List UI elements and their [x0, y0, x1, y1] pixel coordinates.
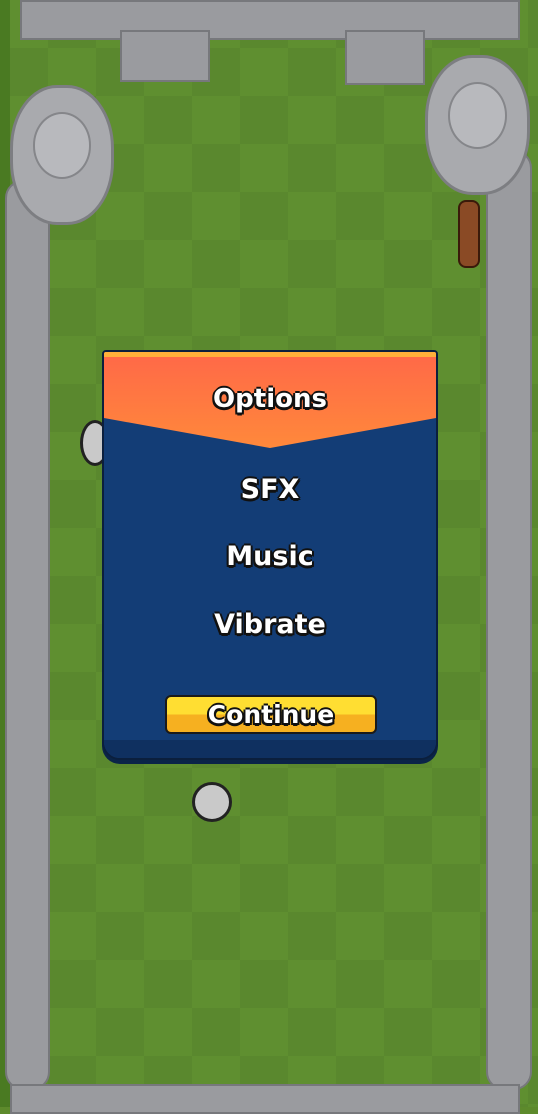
stone-wall-top	[20, 0, 520, 40]
continue-label: Continue	[207, 700, 335, 729]
stone-gate-right	[345, 30, 425, 85]
option-music[interactable]: Music	[104, 541, 436, 572]
stone-tower-right	[425, 55, 530, 195]
dialog-title: Options	[213, 384, 327, 414]
option-vibrate[interactable]: Vibrate	[104, 609, 436, 640]
stone-wall-bottom	[10, 1084, 520, 1114]
dialog-footer	[104, 740, 436, 758]
stone-wall-left	[5, 180, 50, 1090]
player-character	[192, 782, 232, 822]
continue-button[interactable]: Continue	[165, 695, 377, 734]
wooden-post	[458, 200, 480, 268]
header-trim	[104, 352, 436, 357]
options-dialog: Options SFX Music Vibrate Continue	[102, 350, 438, 760]
stone-gate-left	[120, 30, 210, 82]
stone-wall-right	[486, 150, 532, 1090]
stone-tower-left	[10, 85, 114, 225]
option-sfx[interactable]: SFX	[104, 474, 436, 505]
